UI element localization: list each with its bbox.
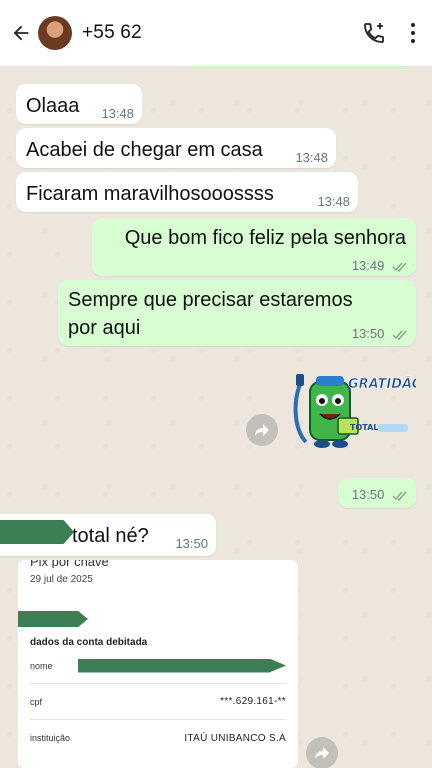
add-call-icon[interactable] bbox=[362, 21, 386, 45]
message-time: 13:48 bbox=[101, 106, 134, 121]
message-text: Sempre que precisar estaremos por aqui bbox=[68, 289, 353, 339]
message-bubble-outgoing[interactable]: Que bom fico feliz pela senhora 13:49 bbox=[92, 218, 416, 276]
message-text: Que bom fico feliz pela senhora bbox=[124, 227, 406, 249]
mascot-sticker-image: GRATIDÃO! TOTAL bbox=[293, 374, 429, 448]
redaction-bar bbox=[0, 520, 74, 544]
double-check-icon bbox=[392, 330, 407, 340]
contact-avatar[interactable] bbox=[38, 16, 72, 50]
forward-icon bbox=[255, 424, 269, 436]
pix-receipt-image[interactable]: Pix por chave 29 jul de 2025 dados da co… bbox=[18, 560, 298, 768]
message-status: 13:50 bbox=[352, 487, 408, 502]
chat-header: +55 62 bbox=[0, 0, 432, 66]
message-bubble-outgoing[interactable]: Sempre que precisar estaremos por aqui 1… bbox=[58, 280, 416, 346]
message-time: 13:50 bbox=[351, 487, 385, 502]
receipt-row: instituição ITAÚ UNIBANCO S.A bbox=[30, 720, 286, 756]
message-text: Ficaram maravilhosooossss bbox=[26, 183, 274, 205]
message-time: 13:49 bbox=[351, 258, 385, 273]
message-time: 13:50 bbox=[351, 326, 385, 341]
message-text: Acabei de chegar em casa bbox=[26, 139, 263, 161]
receipt-row-label: nome bbox=[30, 660, 53, 671]
receipt-row: cpf ***.629.161-** bbox=[30, 684, 286, 720]
receipt-row-value: ***.629.161-** bbox=[220, 696, 286, 707]
redaction-bar bbox=[18, 611, 88, 627]
double-check-icon bbox=[392, 491, 407, 501]
forward-button[interactable] bbox=[306, 737, 338, 768]
forward-button[interactable] bbox=[246, 414, 278, 446]
receipt-row-value: ITAÚ UNIBANCO S.A bbox=[184, 732, 286, 744]
message-time: 13:50 bbox=[175, 536, 208, 551]
message-bubble-incoming[interactable]: Olaaa 13:48 bbox=[16, 84, 142, 124]
sticker-brand: TOTAL bbox=[350, 423, 378, 432]
message-bubble-incoming[interactable]: Ficaram maravilhosooossss 13:48 bbox=[16, 172, 358, 212]
receipt-heading: Pix por chave bbox=[30, 560, 109, 568]
double-check-icon bbox=[392, 262, 407, 272]
message-time: 13:48 bbox=[295, 150, 328, 165]
gratidao-sticker[interactable]: GRATIDÃO! TOTAL bbox=[286, 370, 429, 450]
back-arrow-icon[interactable] bbox=[10, 22, 32, 44]
forward-icon bbox=[315, 747, 329, 759]
message-bubble-incoming[interactable]: Acabei de chegar em casa 13:48 bbox=[16, 128, 336, 168]
message-status: 13:49 bbox=[352, 258, 408, 273]
receipt-row-label: cpf bbox=[30, 696, 43, 707]
receipt-section-title: dados da conta debitada bbox=[30, 637, 148, 648]
message-bubble-outgoing[interactable]: 13:50 bbox=[338, 478, 416, 508]
contact-name[interactable]: +55 62 bbox=[82, 22, 142, 44]
receipt-row-label: instituição bbox=[30, 733, 71, 743]
redaction-bar bbox=[78, 658, 286, 673]
message-status: 13:50 bbox=[352, 326, 408, 341]
receipt-date: 29 jul de 2025 bbox=[30, 574, 93, 585]
sticker-caption: GRATIDÃO! bbox=[348, 376, 416, 392]
message-time: 13:48 bbox=[317, 194, 350, 209]
more-options-icon[interactable] bbox=[410, 23, 416, 43]
receipt-row: nome bbox=[30, 648, 286, 684]
